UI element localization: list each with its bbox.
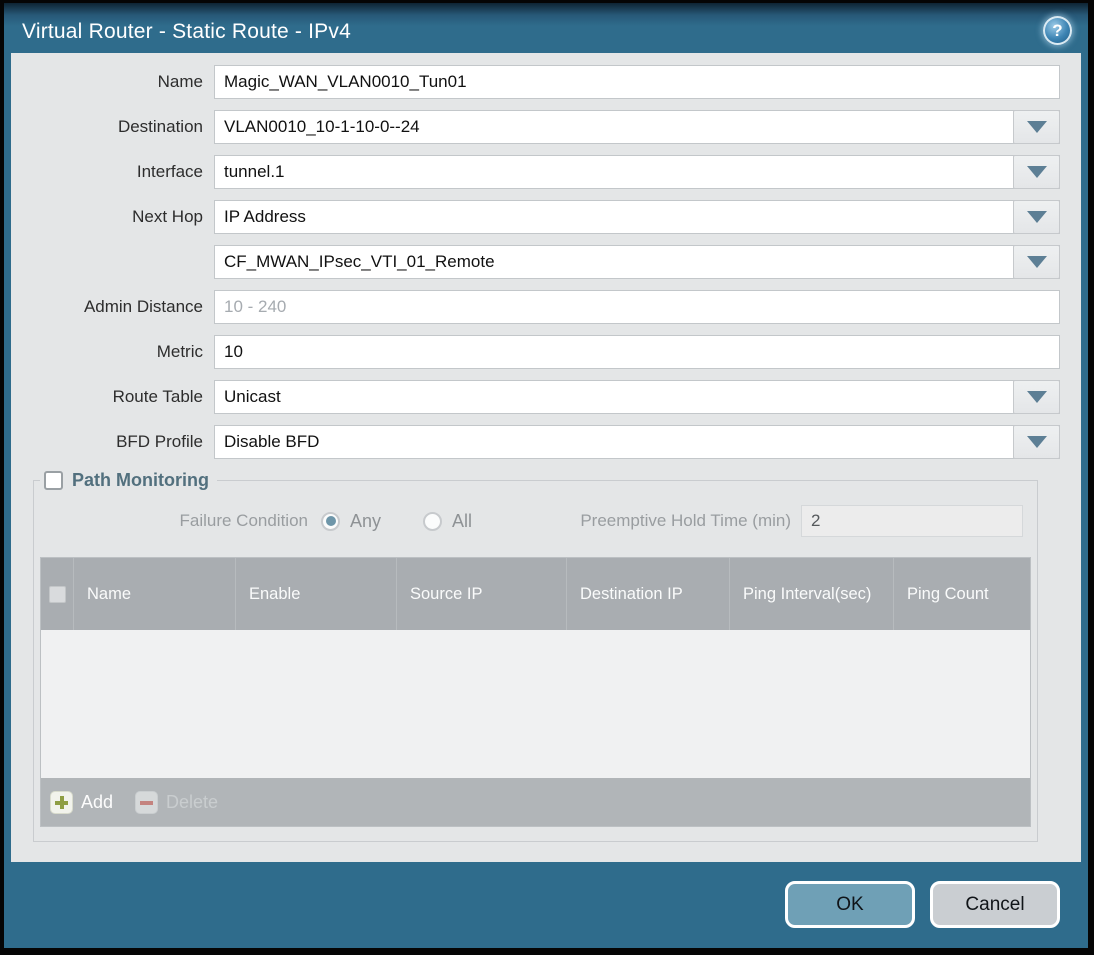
failure-condition-radio-group: Any All bbox=[321, 511, 472, 532]
preemptive-hold-time-input[interactable] bbox=[801, 505, 1023, 537]
form-row-next-hop-value bbox=[11, 245, 1060, 279]
preemptive-hold-time-label: Preemptive Hold Time (min) bbox=[580, 511, 791, 530]
column-header-ping-count: Ping Count bbox=[907, 584, 989, 603]
failure-condition-label: Failure Condition bbox=[179, 511, 308, 530]
radio-all-dot-icon bbox=[423, 511, 443, 531]
route-table-fieldwrap bbox=[214, 380, 1060, 414]
column-header-destination-ip: Destination IP bbox=[567, 558, 730, 630]
next-hop-value-label bbox=[11, 245, 214, 279]
path-monitoring-section: Path Monitoring Failure Condition Any Al… bbox=[33, 470, 1038, 842]
route-table-dropdown-button[interactable] bbox=[1013, 380, 1060, 414]
table-toolbar: Add Delete bbox=[41, 778, 1030, 826]
path-monitoring-title: Path Monitoring bbox=[72, 470, 209, 490]
name-label: Name bbox=[157, 72, 203, 91]
help-icon[interactable]: ? bbox=[1043, 16, 1072, 45]
form-row-interface: Interface bbox=[11, 155, 1060, 189]
radio-all[interactable]: All bbox=[423, 511, 472, 532]
next-hop-address-input[interactable] bbox=[214, 245, 1060, 279]
bfd-profile-input[interactable] bbox=[214, 425, 1060, 459]
dropdown-arrow-icon bbox=[1026, 256, 1047, 268]
interface-input[interactable] bbox=[214, 155, 1060, 189]
destination-label: Destination bbox=[117, 117, 203, 136]
next-hop-label: Next Hop bbox=[132, 207, 203, 226]
column-header-name: Name bbox=[74, 558, 236, 630]
form-row-admin-distance: Admin Distance bbox=[11, 290, 1060, 324]
next-hop-fieldwrap bbox=[214, 200, 1060, 234]
add-button[interactable]: Add bbox=[50, 790, 114, 814]
table-header-checkbox-cell bbox=[41, 558, 74, 630]
next-hop-value-fieldwrap bbox=[214, 245, 1060, 279]
form-row-metric: Metric bbox=[11, 335, 1060, 369]
admin-distance-input[interactable] bbox=[214, 290, 1060, 324]
route-table-input[interactable] bbox=[214, 380, 1060, 414]
admin-distance-fieldwrap bbox=[214, 290, 1060, 324]
bfd-profile-label: BFD Profile bbox=[116, 432, 203, 451]
interface-dropdown-button[interactable] bbox=[1013, 155, 1060, 189]
radio-any[interactable]: Any bbox=[321, 511, 381, 532]
dialog-titlebar: Virtual Router - Static Route - IPv4 ? bbox=[4, 3, 1088, 53]
destination-input[interactable] bbox=[214, 110, 1060, 144]
form-row-destination: Destination bbox=[11, 110, 1060, 144]
path-monitoring-checkbox[interactable] bbox=[44, 471, 63, 490]
form-row-name: Name bbox=[11, 65, 1060, 99]
form-row-route-table: Route Table bbox=[11, 380, 1060, 414]
form-row-next-hop: Next Hop bbox=[11, 200, 1060, 234]
dialog-button-bar: OK Cancel bbox=[785, 881, 1060, 928]
static-route-dialog: Virtual Router - Static Route - IPv4 ? N… bbox=[0, 0, 1094, 955]
dropdown-arrow-icon bbox=[1026, 166, 1047, 178]
name-input[interactable] bbox=[214, 65, 1060, 99]
delete-button-label: Delete bbox=[166, 791, 219, 812]
metric-label: Metric bbox=[156, 342, 203, 361]
radio-any-dot-icon bbox=[321, 511, 340, 531]
interface-fieldwrap bbox=[214, 155, 1060, 189]
dropdown-arrow-icon bbox=[1026, 211, 1047, 223]
metric-input[interactable] bbox=[214, 335, 1060, 369]
cancel-button[interactable]: Cancel bbox=[930, 881, 1060, 928]
plus-icon bbox=[50, 790, 73, 814]
dropdown-arrow-icon bbox=[1026, 391, 1047, 403]
failure-condition-row: Failure Condition Any All Preemptive Hol… bbox=[40, 503, 1031, 539]
name-fieldwrap bbox=[214, 65, 1060, 99]
help-glyph: ? bbox=[1052, 20, 1063, 40]
radio-all-label: All bbox=[452, 510, 473, 531]
radio-any-label: Any bbox=[350, 510, 382, 531]
dialog-content: Name Destination Interface bbox=[11, 53, 1081, 862]
bfd-profile-fieldwrap bbox=[214, 425, 1060, 459]
path-monitoring-table: Name Enable Source IP Destination IP Pin… bbox=[40, 557, 1031, 827]
ok-button[interactable]: OK bbox=[785, 881, 915, 928]
next-hop-dropdown-button[interactable] bbox=[1013, 200, 1060, 234]
next-hop-address-dropdown-button[interactable] bbox=[1013, 245, 1060, 279]
select-all-checkbox[interactable] bbox=[48, 585, 66, 603]
destination-dropdown-button[interactable] bbox=[1013, 110, 1060, 144]
table-header-row: Name Enable Source IP Destination IP Pin… bbox=[41, 558, 1030, 630]
table-body-empty bbox=[41, 630, 1030, 778]
path-monitoring-legend: Path Monitoring bbox=[40, 470, 217, 491]
admin-distance-label: Admin Distance bbox=[83, 297, 203, 316]
add-button-label: Add bbox=[81, 791, 114, 812]
minus-icon bbox=[135, 790, 159, 814]
dropdown-arrow-icon bbox=[1026, 121, 1047, 133]
column-header-source-ip: Source IP bbox=[397, 558, 567, 630]
destination-fieldwrap bbox=[214, 110, 1060, 144]
form-row-bfd-profile: BFD Profile bbox=[11, 425, 1060, 459]
dialog-title: Virtual Router - Static Route - IPv4 bbox=[22, 20, 351, 43]
route-table-label: Route Table bbox=[112, 387, 203, 406]
delete-button[interactable]: Delete bbox=[135, 790, 219, 814]
bfd-profile-dropdown-button[interactable] bbox=[1013, 425, 1060, 459]
next-hop-type-input[interactable] bbox=[214, 200, 1060, 234]
column-header-ping-interval: Ping Interval(sec) bbox=[730, 558, 894, 630]
interface-label: Interface bbox=[136, 162, 203, 181]
metric-fieldwrap bbox=[214, 335, 1060, 369]
dropdown-arrow-icon bbox=[1026, 436, 1047, 448]
column-header-enable: Enable bbox=[236, 558, 397, 630]
